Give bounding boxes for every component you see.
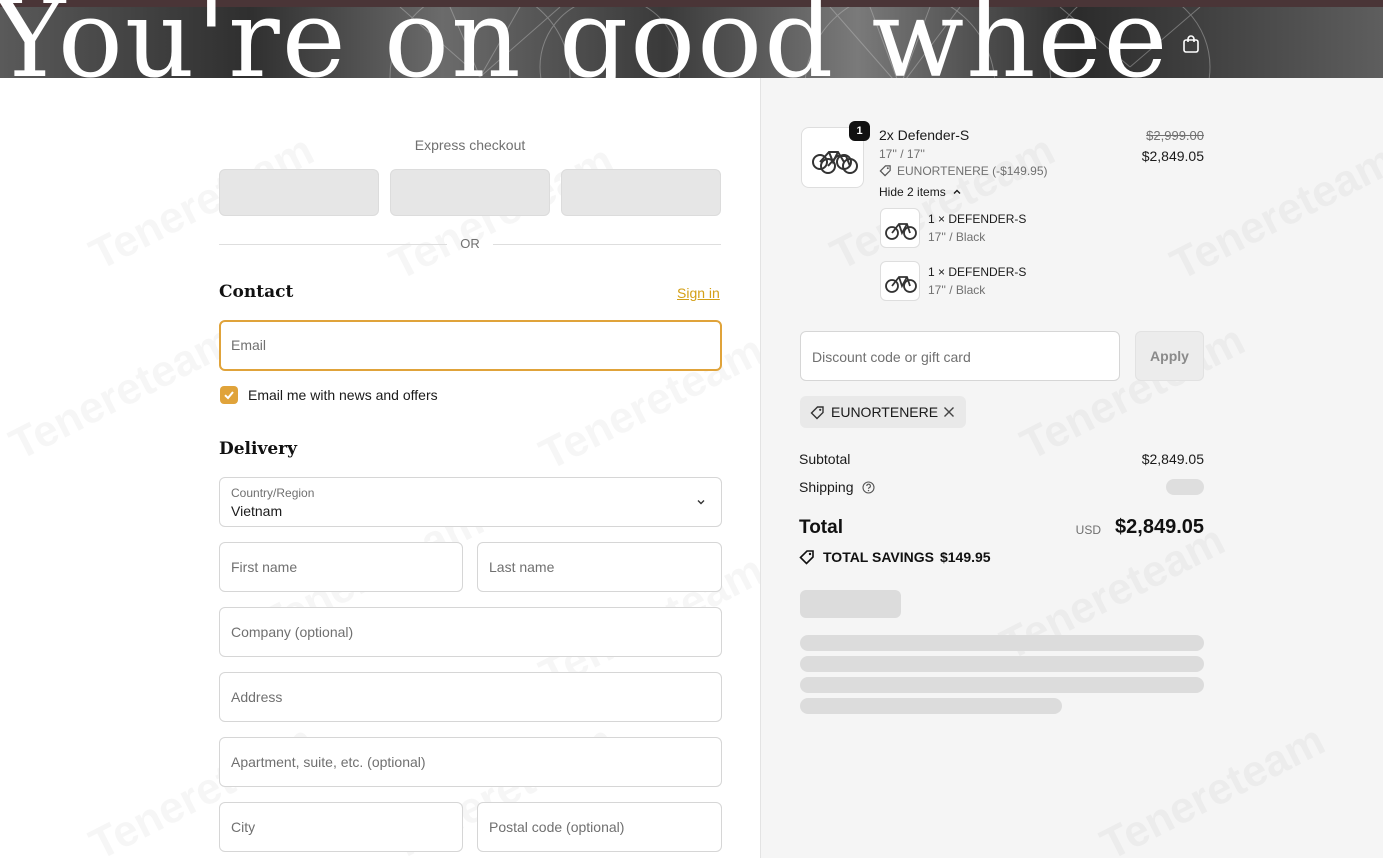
- applied-discount-code: EUNORTENERE: [831, 404, 939, 420]
- last-name-placeholder: Last name: [489, 559, 555, 575]
- apartment-placeholder: Apartment, suite, etc. (optional): [231, 754, 426, 770]
- apply-discount-button[interactable]: Apply: [1135, 331, 1204, 381]
- email-placeholder: Email: [231, 337, 267, 353]
- total-label: Total: [799, 517, 843, 538]
- checkout-page: You're on good whee Tenereteam Teneretea…: [0, 0, 1383, 858]
- help-icon[interactable]: [862, 481, 875, 494]
- sub-item-name: 1 × DEFENDER-S: [928, 265, 1027, 279]
- email-field[interactable]: Email: [219, 320, 722, 371]
- sub-item-thumbnail: [880, 208, 920, 248]
- express-pay-button-2[interactable]: [390, 169, 550, 216]
- apartment-field[interactable]: Apartment, suite, etc. (optional): [219, 737, 722, 787]
- current-price: $2,849.05: [1141, 148, 1204, 164]
- header-banner: You're on good whee: [0, 0, 1383, 78]
- tag-icon: [879, 165, 891, 177]
- product-variant: 17'' / 17'': [879, 147, 925, 161]
- country-label: Country/Region: [231, 486, 315, 500]
- sub-item-thumbnail: [880, 261, 920, 301]
- sign-in-link[interactable]: Sign in: [677, 285, 720, 301]
- sub-item-name: 1 × DEFENDER-S: [928, 212, 1027, 226]
- shipping-row: Shipping: [799, 479, 875, 495]
- or-divider: OR: [219, 236, 721, 254]
- savings-label: TOTAL SAVINGS: [823, 549, 934, 565]
- subtotal-label: Subtotal: [799, 451, 851, 467]
- shipping-label: Shipping: [799, 479, 854, 495]
- or-text: OR: [460, 236, 480, 251]
- discount-placeholder: Discount code or gift card: [812, 349, 971, 365]
- order-summary: Tenereteam Tenereteam Tenereteam Teneret…: [760, 78, 1383, 858]
- address-placeholder: Address: [231, 689, 283, 705]
- total-value: $2,849.05: [1115, 516, 1204, 538]
- contact-title: Contact: [219, 282, 294, 302]
- loading-skeleton: [800, 635, 1204, 651]
- total-currency: USD: [1075, 523, 1101, 537]
- banner-headline: You're on good whee: [0, 0, 1170, 78]
- country-value: Vietnam: [231, 503, 283, 519]
- discount-code-input[interactable]: Discount code or gift card: [800, 331, 1120, 381]
- chevron-up-icon: [953, 189, 961, 194]
- newsletter-label: Email me with news and offers: [248, 387, 438, 403]
- product-discount-text: EUNORTENERE (-$149.95): [897, 164, 1048, 178]
- loading-skeleton: [800, 590, 901, 618]
- hide-items-label: Hide 2 items: [879, 185, 946, 199]
- loading-skeleton: [800, 677, 1204, 693]
- applied-discount-chip: EUNORTENERE: [800, 396, 966, 428]
- company-placeholder: Company (optional): [231, 624, 354, 640]
- savings-value: $149.95: [939, 549, 991, 565]
- chevron-down-icon: [697, 500, 705, 505]
- express-checkout-label: Express checkout: [414, 137, 526, 153]
- loading-skeleton: [800, 656, 1204, 672]
- hide-items-toggle[interactable]: Hide 2 items: [879, 185, 962, 199]
- shipping-loading-skeleton: [1166, 479, 1204, 495]
- country-select[interactable]: Country/Region Vietnam: [219, 477, 722, 527]
- postal-code-placeholder: Postal code (optional): [489, 819, 625, 835]
- product-discount: EUNORTENERE (-$149.95): [879, 164, 1048, 178]
- quantity-badge: 1: [849, 121, 870, 141]
- city-placeholder: City: [231, 819, 256, 835]
- watermark: Tenereteam: [1093, 715, 1333, 858]
- postal-code-field[interactable]: Postal code (optional): [477, 802, 722, 852]
- total-savings: TOTAL SAVINGS $149.95: [799, 549, 991, 565]
- express-pay-button-3[interactable]: [561, 169, 721, 216]
- checkout-form: Tenereteam Tenereteam Tenereteam Teneret…: [0, 78, 760, 858]
- bike-image: [885, 223, 917, 240]
- delivery-title: Delivery: [219, 439, 298, 459]
- company-field[interactable]: Company (optional): [219, 607, 722, 657]
- first-name-placeholder: First name: [231, 559, 298, 575]
- bike-image: [885, 276, 917, 293]
- newsletter-checkbox[interactable]: [220, 386, 238, 404]
- watermark: Tenereteam: [2, 315, 242, 470]
- tag-icon: [810, 406, 824, 420]
- checkmark-icon: [224, 391, 234, 400]
- original-price: $2,999.00: [1146, 128, 1204, 143]
- sub-item-variant: 17'' / Black: [928, 283, 986, 297]
- product-name: 2x Defender-S: [879, 127, 970, 143]
- subtotal-value: $2,849.05: [1141, 451, 1204, 467]
- city-field[interactable]: City: [219, 802, 463, 852]
- loading-skeleton: [800, 698, 1062, 714]
- tag-icon: [799, 550, 814, 565]
- last-name-field[interactable]: Last name: [477, 542, 722, 592]
- address-field[interactable]: Address: [219, 672, 722, 722]
- first-name-field[interactable]: First name: [219, 542, 463, 592]
- shopping-bag-icon[interactable]: [1181, 34, 1201, 54]
- close-icon[interactable]: [943, 406, 955, 418]
- sub-item-variant: 17'' / Black: [928, 230, 986, 244]
- express-pay-button-1[interactable]: [219, 169, 379, 216]
